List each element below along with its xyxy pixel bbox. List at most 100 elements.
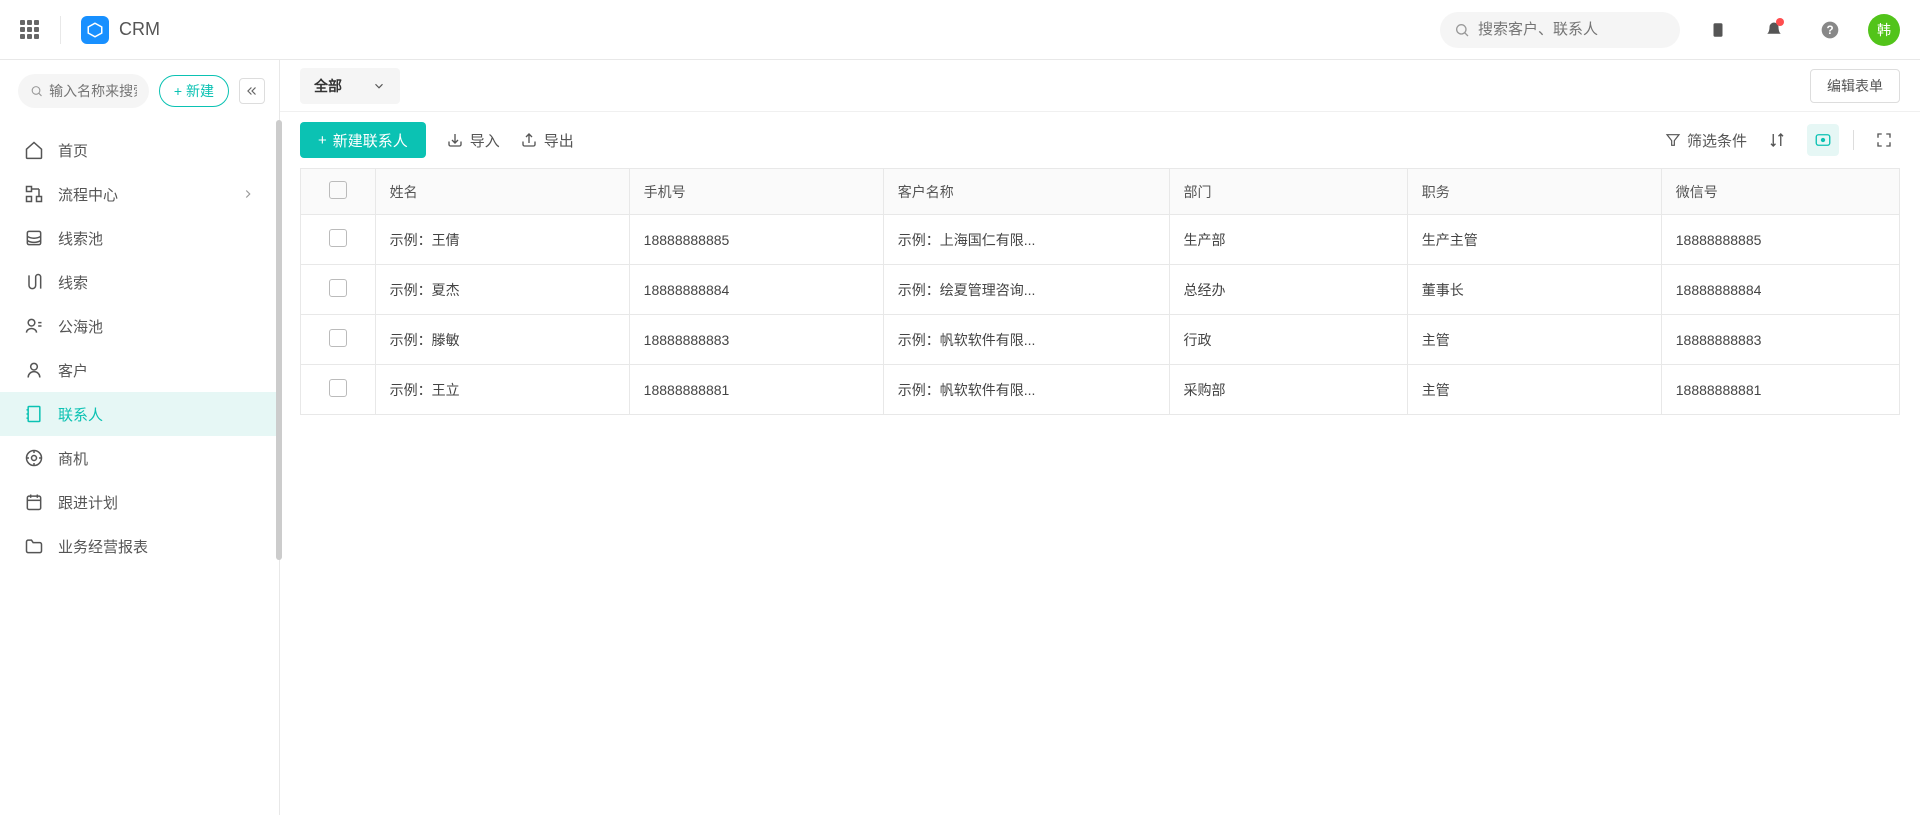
sidebar-item-opportunity[interactable]: 商机 [0,436,279,480]
cell-customer: 示例：帆软软件有限... [883,365,1169,415]
table-row[interactable]: 示例：滕敏 18888888883 示例：帆软软件有限... 行政 主管 188… [301,315,1900,365]
main-layout: + 新建 首页 流程中心 线索池 线索 [0,60,1920,815]
edit-form-button[interactable]: 编辑表单 [1810,69,1900,103]
help-icon[interactable]: ? [1812,12,1848,48]
global-search[interactable] [1440,12,1680,48]
row-checkbox-cell [301,215,376,265]
sidebar: + 新建 首页 流程中心 线索池 线索 [0,60,280,815]
row-checkbox[interactable] [329,229,347,247]
column-header-wechat[interactable]: 微信号 [1661,169,1899,215]
apps-grid-icon[interactable] [20,20,40,40]
sidebar-search[interactable] [18,74,149,108]
opportunity-icon [24,448,44,468]
export-button[interactable]: 导出 [520,130,574,151]
sidebar-top: + 新建 [0,60,279,122]
chevron-down-icon [372,79,386,93]
cell-position: 董事长 [1407,265,1661,315]
sidebar-item-home[interactable]: 首页 [0,128,279,172]
cell-name: 示例：滕敏 [375,315,629,365]
sidebar-nav: 首页 流程中心 线索池 线索 公海池 客户 [0,122,279,815]
column-header-customer[interactable]: 客户名称 [883,169,1169,215]
leads-icon [24,272,44,292]
sidebar-item-sea-pool[interactable]: 公海池 [0,304,279,348]
sidebar-item-label: 客户 [58,360,88,381]
row-checkbox[interactable] [329,329,347,347]
customer-icon [24,360,44,380]
row-checkbox-cell [301,265,376,315]
row-checkbox[interactable] [329,279,347,297]
divider [1853,130,1854,150]
cell-dept: 行政 [1169,315,1407,365]
search-icon [30,83,43,99]
sidebar-item-label: 首页 [58,140,88,161]
plus-icon: + [174,83,182,99]
new-button[interactable]: + 新建 [159,75,229,107]
sidebar-item-label: 商机 [58,448,88,469]
export-button-label: 导出 [544,130,574,151]
sort-button[interactable] [1761,124,1793,156]
sidebar-item-label: 线索 [58,272,88,293]
cell-wechat: 18888888881 [1661,365,1899,415]
sidebar-item-label: 联系人 [58,404,103,425]
cell-phone: 18888888883 [629,315,883,365]
cell-dept: 采购部 [1169,365,1407,415]
avatar[interactable]: 韩 [1868,14,1900,46]
sidebar-item-leads[interactable]: 线索 [0,260,279,304]
sidebar-search-input[interactable] [49,83,137,99]
collapse-sidebar-button[interactable] [239,78,265,104]
chevron-right-icon [241,187,255,201]
global-search-input[interactable] [1478,21,1666,38]
filter-button-label: 筛选条件 [1687,130,1747,151]
cell-name: 示例：王倩 [375,215,629,265]
table-row[interactable]: 示例：王立 18888888881 示例：帆软软件有限... 采购部 主管 18… [301,365,1900,415]
table-header-row: 姓名 手机号 客户名称 部门 职务 微信号 [301,169,1900,215]
column-header-phone[interactable]: 手机号 [629,169,883,215]
app-name: CRM [119,19,160,40]
view-mode-button[interactable] [1807,124,1839,156]
scrollbar[interactable] [276,120,282,560]
table-row[interactable]: 示例：王倩 18888888885 示例：上海国仁有限... 生产部 生产主管 … [301,215,1900,265]
new-contact-button[interactable]: + 新建联系人 [300,122,426,158]
cell-name: 示例：夏杰 [375,265,629,315]
notification-icon[interactable] [1756,12,1792,48]
notification-dot [1776,18,1784,26]
sea-icon [24,316,44,336]
row-checkbox-cell [301,315,376,365]
sidebar-item-flow[interactable]: 流程中心 [0,172,279,216]
select-all-checkbox[interactable] [329,181,347,199]
filter-button[interactable]: 筛选条件 [1665,130,1747,151]
column-header-position[interactable]: 职务 [1407,169,1661,215]
calendar-icon [24,492,44,512]
folder-icon [24,536,44,556]
sidebar-item-report[interactable]: 业务经营报表 [0,524,279,568]
contacts-table: 姓名 手机号 客户名称 部门 职务 微信号 示例：王倩 18888888885 … [300,168,1900,415]
cell-dept: 生产部 [1169,215,1407,265]
chevron-left-double-icon [245,84,259,98]
filter-dropdown[interactable]: 全部 [300,68,400,104]
top-header: CRM ? 韩 [0,0,1920,60]
fullscreen-icon [1875,131,1893,149]
bookmark-icon[interactable] [1700,12,1736,48]
row-checkbox[interactable] [329,379,347,397]
sidebar-item-followup[interactable]: 跟进计划 [0,480,279,524]
fullscreen-button[interactable] [1868,124,1900,156]
cell-customer: 示例：绘夏管理咨询... [883,265,1169,315]
column-header-dept[interactable]: 部门 [1169,169,1407,215]
sidebar-item-customer[interactable]: 客户 [0,348,279,392]
content-area: 全部 编辑表单 + 新建联系人 导入 导出 [280,60,1920,815]
column-header-name[interactable]: 姓名 [375,169,629,215]
cell-position: 主管 [1407,315,1661,365]
flow-icon [24,184,44,204]
logo-area[interactable]: CRM [60,16,160,44]
sidebar-item-leads-pool[interactable]: 线索池 [0,216,279,260]
view-icon [1814,131,1832,149]
filter-dropdown-label: 全部 [314,76,342,96]
cell-phone: 18888888885 [629,215,883,265]
table-row[interactable]: 示例：夏杰 18888888884 示例：绘夏管理咨询... 总经办 董事长 1… [301,265,1900,315]
header-checkbox-cell [301,169,376,215]
import-button[interactable]: 导入 [446,130,500,151]
plus-icon: + [318,132,327,149]
header-right: ? 韩 [1440,12,1900,48]
cell-wechat: 18888888884 [1661,265,1899,315]
sidebar-item-contact[interactable]: 联系人 [0,392,279,436]
